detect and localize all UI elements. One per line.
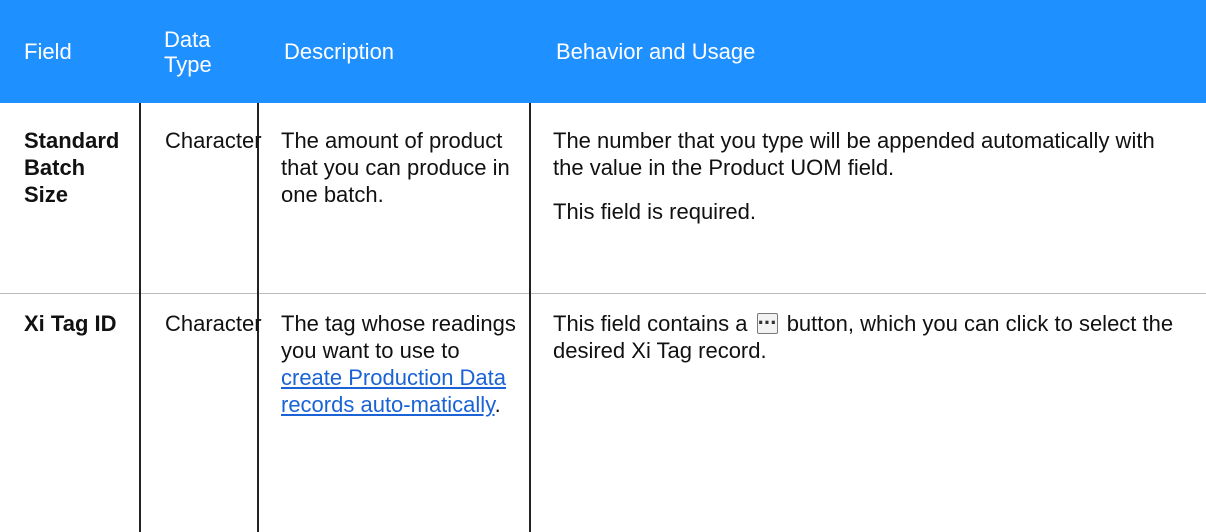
- behavior-and-usage: This field contains a button, which you …: [530, 294, 1206, 532]
- data-type: Character: [140, 103, 258, 294]
- create-production-data-link[interactable]: create Production Data records auto-mati…: [281, 365, 506, 417]
- ellipsis-button-icon: [757, 313, 778, 334]
- behavior-paragraph: The number that you type will be appende…: [553, 127, 1176, 181]
- header-description: Description: [258, 0, 530, 103]
- data-type: Character: [140, 294, 258, 532]
- field-name: Xi Tag ID: [0, 294, 140, 532]
- header-data-type: Data Type: [140, 0, 258, 103]
- table-row: Standard Batch Size Character The amount…: [0, 103, 1206, 294]
- field-description: The tag whose readings you want to use t…: [258, 294, 530, 532]
- header-behavior-and-usage: Behavior and Usage: [530, 0, 1206, 103]
- field-description: The amount of product that you can produ…: [258, 103, 530, 294]
- table-row: Xi Tag ID Character The tag whose readin…: [0, 294, 1206, 532]
- required-note: This field is required.: [553, 198, 1176, 225]
- behavior-text: This field contains a: [553, 311, 747, 336]
- description-text: The tag whose readings you want to use t…: [281, 311, 516, 363]
- field-name: Standard Batch Size: [0, 103, 140, 294]
- description-period: .: [495, 392, 501, 417]
- table-header-row: Field Data Type Description Behavior and…: [0, 0, 1206, 103]
- behavior-and-usage: The number that you type will be appende…: [530, 103, 1206, 294]
- header-field: Field: [0, 0, 140, 103]
- field-reference-table: Field Data Type Description Behavior and…: [0, 0, 1206, 532]
